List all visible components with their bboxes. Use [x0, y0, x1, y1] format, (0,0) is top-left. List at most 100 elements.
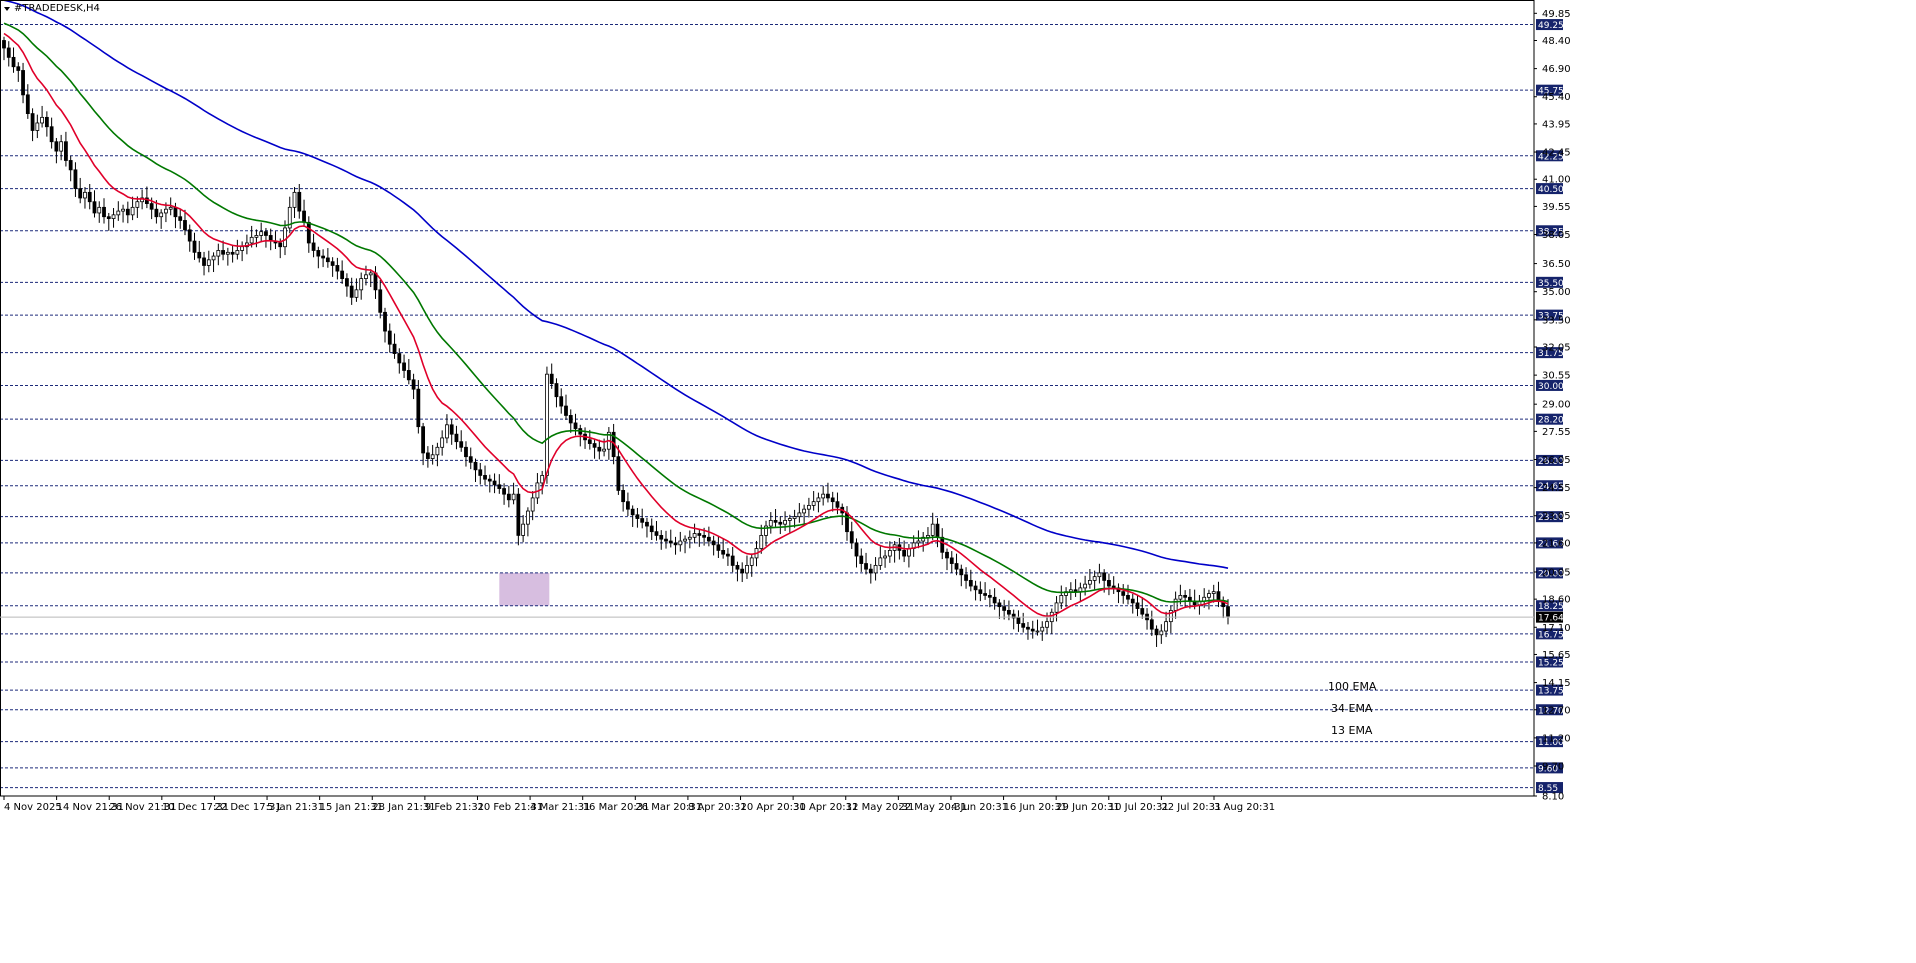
bull-candle: [907, 548, 911, 557]
bear-candle: [987, 595, 992, 598]
y-tick-label: 20.05: [1542, 567, 1571, 578]
bull-candle: [797, 512, 802, 518]
bull-candle: [1207, 593, 1211, 598]
bear-candle: [64, 141, 68, 161]
bear-candle: [1007, 610, 1011, 615]
y-tick-label: 30.55: [1542, 371, 1571, 382]
bear-candle: [592, 443, 597, 448]
bear-candle: [345, 278, 349, 287]
bull-candle: [683, 538, 687, 542]
bear-candle: [730, 555, 735, 566]
y-tick-label: 48.40: [1542, 36, 1571, 47]
bull-candle: [816, 497, 821, 503]
bull-candle: [759, 535, 764, 549]
bull-candle: [1178, 595, 1183, 600]
bull-candle: [930, 523, 935, 536]
y-tick-label: 17.10: [1542, 623, 1571, 634]
bear-candle: [973, 585, 978, 591]
bear-candle: [11, 56, 16, 68]
bear-candle: [149, 203, 154, 210]
bear-candle: [568, 415, 573, 424]
bear-candle: [849, 531, 854, 544]
bear-candle: [25, 94, 30, 115]
bear-candle: [106, 216, 111, 219]
resistance-zone: [499, 572, 550, 606]
bear-candle: [297, 191, 302, 212]
bull-candle: [83, 191, 87, 199]
bear-candle: [459, 441, 464, 448]
bear-candle: [411, 379, 416, 390]
bull-candle: [745, 565, 749, 574]
y-tick-label: 12.70: [1542, 705, 1571, 716]
x-tick-label: 5 Jan 21:31: [267, 802, 324, 813]
y-tick-label: 9.70: [1542, 762, 1564, 773]
bear-candle: [1140, 608, 1145, 615]
bear-candle: [78, 188, 83, 199]
bull-candle: [783, 520, 787, 525]
bear-candle: [473, 461, 478, 471]
bull-candle: [168, 206, 173, 210]
bull-candle: [249, 236, 254, 244]
y-tick-label: 21.60: [1542, 538, 1571, 549]
bear-candle: [1130, 598, 1135, 604]
bear-candle: [406, 370, 411, 381]
bear-candle: [397, 353, 402, 364]
y-tick-label: 36.50: [1542, 259, 1571, 270]
bear-candle: [1183, 595, 1188, 598]
bear-candle: [87, 191, 92, 203]
bear-candle: [826, 493, 830, 499]
bear-candle: [659, 535, 664, 540]
bear-candle: [954, 563, 959, 570]
bull-candle: [878, 557, 883, 566]
bull-candle: [292, 191, 297, 208]
bull-candle: [883, 555, 887, 559]
bear-candle: [616, 456, 621, 491]
bear-candle: [1016, 617, 1021, 624]
x-tick-label: 22 Jul 20:31: [1161, 802, 1221, 813]
bull-candle: [1164, 621, 1168, 632]
bull-candle: [206, 259, 211, 266]
bull-candle: [283, 227, 287, 248]
bull-candle: [887, 550, 892, 557]
bull-candle: [692, 533, 697, 538]
bear-candle: [859, 555, 864, 564]
y-tick-label: 14.15: [1542, 678, 1571, 689]
bear-candle: [864, 563, 868, 570]
bear-candle: [311, 242, 316, 251]
bull-candle: [1097, 572, 1102, 578]
bear-candle: [197, 251, 202, 259]
bull-candle: [602, 448, 606, 452]
bull-candle: [873, 565, 878, 574]
bear-candle: [464, 446, 468, 458]
bull-candle: [354, 289, 359, 298]
y-tick-label: 32.05: [1542, 343, 1571, 354]
y-tick-label: 18.60: [1542, 595, 1571, 606]
ema34-label: 34 EMA: [1331, 702, 1373, 715]
ema100-label: 100 EMA: [1328, 680, 1377, 693]
bear-candle: [1021, 623, 1026, 628]
bear-candle: [964, 574, 968, 581]
y-tick-label: 39.55: [1542, 202, 1571, 213]
bull-candle: [1035, 630, 1040, 633]
bear-candle: [468, 456, 473, 463]
bear-candle: [983, 593, 988, 596]
bear-candle: [554, 383, 559, 398]
bear-candle: [1154, 628, 1159, 636]
bear-candle: [516, 493, 521, 536]
y-tick-label: 24.55: [1542, 483, 1571, 494]
x-tick-label: 4 Nov 2025: [4, 802, 62, 813]
bull-candle: [225, 251, 230, 255]
bear-candle: [640, 518, 645, 523]
level-badge-label: 49.25: [1538, 21, 1564, 31]
bear-candle: [959, 568, 964, 576]
bear-candle: [378, 289, 383, 313]
bear-candle: [630, 508, 635, 516]
bear-candle: [1226, 606, 1230, 617]
bull-candle: [359, 278, 364, 291]
bear-candle: [716, 544, 721, 551]
y-tick-label: 27.55: [1542, 427, 1571, 438]
price-chart[interactable]: 49.2545.7542.2540.5038.2535.5033.7531.75…: [0, 0, 1916, 963]
bull-candle: [768, 520, 773, 527]
level-badge-label: 30.00: [1538, 382, 1564, 392]
x-tick-label: 4 Jun 20:31: [951, 802, 1008, 813]
